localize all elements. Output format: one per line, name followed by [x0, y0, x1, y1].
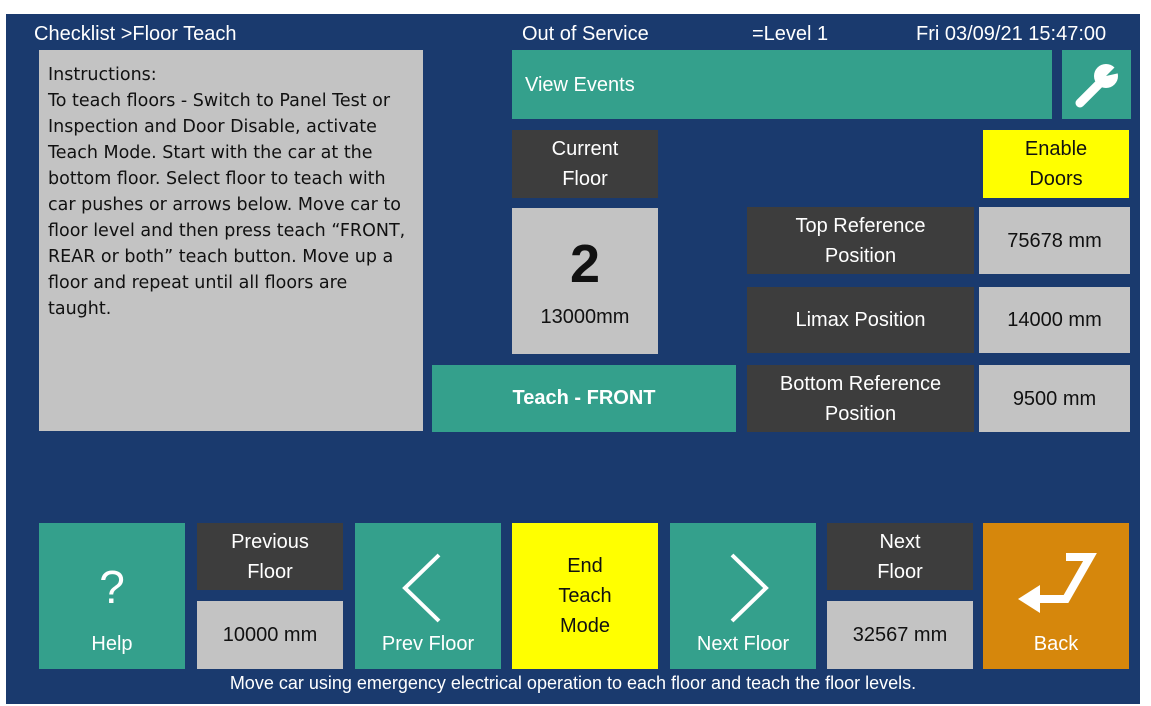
- return-arrow-icon: [1018, 553, 1097, 613]
- instructions-title: Instructions:: [48, 65, 157, 85]
- current-floor-label: Current Floor: [512, 130, 658, 198]
- help-button[interactable]: ? Help: [39, 523, 185, 669]
- limax-position-label: Limax Position: [747, 287, 974, 353]
- footer-message: Move car using emergency electrical oper…: [229, 673, 917, 693]
- chevron-left-icon: [402, 553, 441, 623]
- next-floor-button[interactable]: Next Floor: [670, 523, 816, 669]
- date-time: Fri 03/09/21 15:47:00: [916, 23, 1107, 45]
- wrench-icon: [1075, 59, 1124, 107]
- next-floor-label-box: Next Floor: [827, 523, 973, 590]
- previous-floor-label: Previous Floor: [197, 523, 343, 590]
- top-reference-label: Top Reference Position: [747, 207, 974, 274]
- top-reference-value: 75678 mm: [979, 207, 1130, 274]
- next-floor-label: Next Floor: [696, 633, 790, 655]
- tools-button[interactable]: [1062, 50, 1131, 119]
- help-icon: ?: [99, 561, 125, 613]
- current-floor-number: 2: [569, 234, 601, 294]
- view-events-button[interactable]: View Events: [512, 50, 1052, 119]
- service-status: Out of Service: [522, 23, 649, 45]
- bottom-reference-value: 9500 mm: [979, 365, 1130, 432]
- access-level: =Level 1: [752, 23, 829, 45]
- view-events-label: View Events: [525, 73, 635, 96]
- help-label: Help: [91, 633, 133, 655]
- teach-front-button[interactable]: Teach - FRONT: [432, 365, 736, 432]
- instructions-body: To teach floors - Switch to Panel Test o…: [48, 91, 411, 319]
- back-label: Back: [1033, 633, 1079, 655]
- instructions-panel: Instructions: To teach floors - Switch t…: [39, 50, 423, 431]
- prev-floor-button[interactable]: Prev Floor: [355, 523, 501, 669]
- teach-screen: Checklist >Floor Teach Out of Service =L…: [6, 14, 1140, 704]
- current-floor-display: 2 13000mm: [512, 208, 658, 354]
- next-floor-value: 32567 mm: [827, 601, 973, 669]
- bottom-reference-label: Bottom Reference Position: [747, 365, 974, 432]
- breadcrumb: Checklist >Floor Teach: [34, 23, 237, 45]
- chevron-right-icon: [730, 553, 769, 623]
- end-teach-mode-button[interactable]: End Teach Mode: [512, 523, 658, 669]
- current-floor-position: 13000mm: [540, 306, 630, 328]
- limax-position-value: 14000 mm: [979, 287, 1130, 353]
- prev-floor-label: Prev Floor: [381, 633, 475, 655]
- previous-floor-value: 10000 mm: [197, 601, 343, 669]
- back-button[interactable]: Back: [983, 523, 1129, 669]
- enable-doors-button[interactable]: Enable Doors: [983, 130, 1129, 198]
